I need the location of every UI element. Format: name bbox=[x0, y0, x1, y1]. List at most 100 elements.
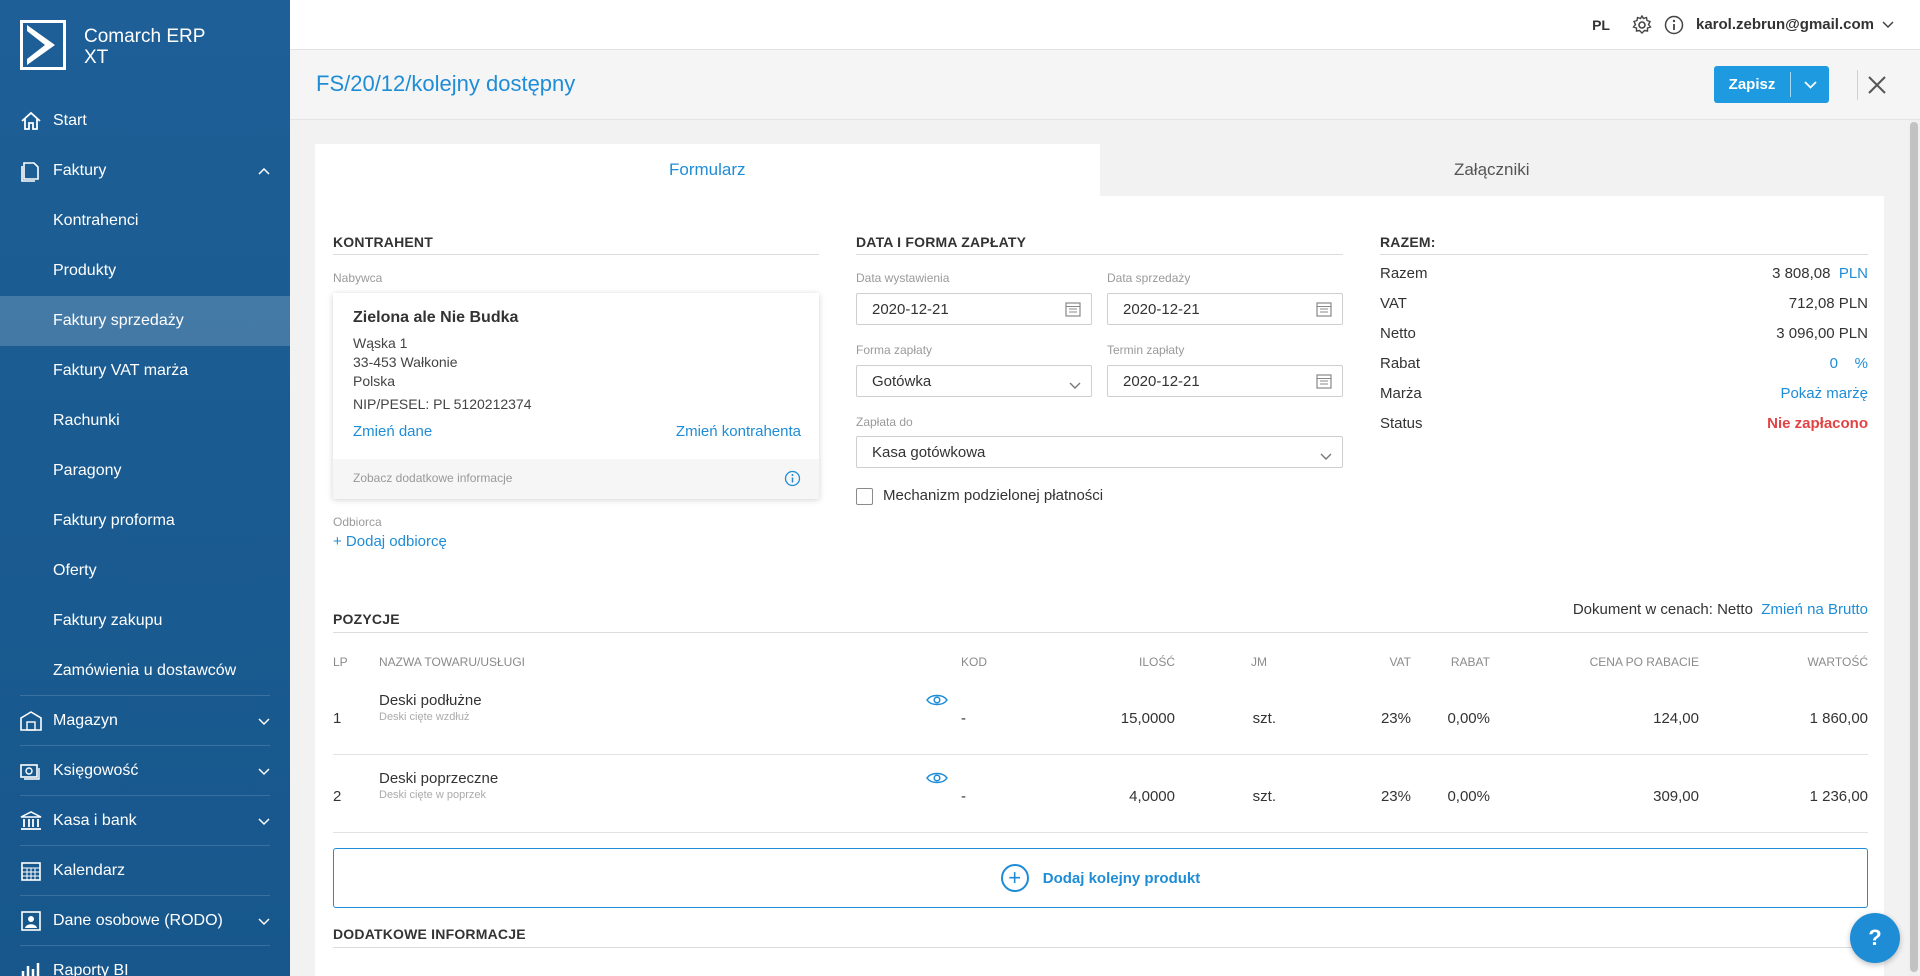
add-recipient-link[interactable]: + Dodaj odbiorcę bbox=[333, 533, 447, 550]
col-vat: VAT bbox=[1389, 655, 1411, 669]
buyer-card: Zielona ale Nie Budka Wąska 1 33-453 Wał… bbox=[333, 293, 819, 499]
chevron-down-icon bbox=[1320, 448, 1332, 465]
row-qty: 15,0000 bbox=[1120, 710, 1175, 727]
due-date-field[interactable]: 2020-12-21 bbox=[1107, 365, 1343, 397]
col-qty: ILOŚĆ bbox=[1138, 655, 1175, 669]
sidebar-item-magazyn[interactable]: Magazyn bbox=[0, 696, 290, 746]
payment-method-select[interactable]: Gotówka bbox=[856, 365, 1092, 397]
eye-icon[interactable] bbox=[926, 693, 948, 712]
change-contractor-link[interactable]: Zmień kontrahenta bbox=[676, 423, 801, 440]
split-payment-label: Mechanizm podzielonej płatności bbox=[883, 487, 1104, 504]
calendar-icon[interactable] bbox=[1065, 301, 1081, 321]
logo[interactable]: Comarch ERP XT bbox=[0, 0, 290, 96]
issue-date-field[interactable]: 2020-12-21 bbox=[856, 293, 1092, 325]
chevron-down-icon[interactable] bbox=[1882, 16, 1894, 33]
sidebar-item-oferty[interactable]: Oferty bbox=[0, 546, 290, 596]
user-email[interactable]: karol.zebrun@gmail.com bbox=[1696, 16, 1874, 33]
col-unit: JM bbox=[1251, 655, 1267, 669]
chevron-down-icon bbox=[258, 763, 270, 781]
sidebar-item-label: Magazyn bbox=[53, 712, 118, 729]
col-code: KOD bbox=[961, 655, 988, 669]
more-info-bar[interactable]: Zobacz dodatkowe informacje bbox=[333, 459, 819, 499]
sidebar-item-faktury-vat-marza[interactable]: Faktury VAT marża bbox=[0, 346, 290, 396]
chart-icon bbox=[20, 960, 42, 976]
change-to-gross-link[interactable]: Zmień na Brutto bbox=[1761, 601, 1868, 618]
sidebar-item-zamowienia[interactable]: Zamówienia u dostawców bbox=[0, 646, 290, 696]
invoice-icon bbox=[20, 160, 42, 182]
sidebar-item-label: Faktury zakupu bbox=[53, 612, 163, 629]
tab-formularz[interactable]: Formularz bbox=[315, 144, 1100, 196]
sidebar-item-label: Produkty bbox=[53, 262, 117, 279]
sidebar-item-faktury-sprzedazy[interactable]: Faktury sprzedaży bbox=[0, 296, 290, 346]
due-date-label: Termin zapłaty bbox=[1107, 343, 1185, 357]
summary-status-label: Status bbox=[1380, 415, 1423, 432]
gear-icon[interactable] bbox=[1632, 14, 1652, 35]
sidebar-item-label: Faktury sprzedaży bbox=[53, 312, 184, 329]
calendar-icon[interactable] bbox=[1316, 301, 1332, 321]
due-date-value: 2020-12-21 bbox=[1123, 372, 1200, 390]
help-button[interactable]: ? bbox=[1850, 913, 1900, 963]
sidebar-item-dane-osobowe[interactable]: Dane osobowe (RODO) bbox=[0, 896, 290, 946]
price-mode: Dokument w cenach: Netto Zmień na Brutto bbox=[1573, 601, 1868, 618]
sale-date-field[interactable]: 2020-12-21 bbox=[1107, 293, 1343, 325]
summary-marza: Marża Pokaż marżę bbox=[1380, 385, 1868, 407]
pay-to-select[interactable]: Kasa gotówkowa bbox=[856, 436, 1343, 468]
sidebar-item-faktury-zakupu[interactable]: Faktury zakupu bbox=[0, 596, 290, 646]
scrollbar-thumb[interactable] bbox=[1910, 122, 1918, 972]
sidebar-item-kontrahenci[interactable]: Kontrahenci bbox=[0, 196, 290, 246]
info-icon[interactable] bbox=[1664, 15, 1684, 35]
payment-method-value: Gotówka bbox=[872, 372, 932, 390]
topbar: PL karol.zebrun@gmail.com bbox=[290, 0, 1920, 50]
currency-selector[interactable]: PLN bbox=[1839, 265, 1868, 282]
chevron-down-icon bbox=[258, 913, 270, 931]
summary-netto-label: Netto bbox=[1380, 325, 1416, 342]
sidebar-item-faktury[interactable]: Faktury bbox=[0, 146, 290, 196]
close-icon[interactable] bbox=[1857, 70, 1887, 100]
summary-status: Status Nie zapłacono bbox=[1380, 415, 1868, 437]
sidebar-item-label: Księgowość bbox=[53, 762, 139, 779]
row-unit: szt. bbox=[1252, 788, 1276, 805]
sale-date-value: 2020-12-21 bbox=[1123, 300, 1200, 318]
summary-rabat: Rabat 0 % bbox=[1380, 355, 1868, 377]
col-value: WARTOŚĆ bbox=[1807, 655, 1868, 669]
sidebar-item-produkty[interactable]: Produkty bbox=[0, 246, 290, 296]
sidebar-item-label: Zamówienia u dostawców bbox=[53, 662, 237, 679]
row-lp: 1 bbox=[333, 710, 342, 727]
sidebar-item-paragony[interactable]: Paragony bbox=[0, 446, 290, 496]
save-button[interactable]: Zapisz bbox=[1714, 66, 1829, 103]
sidebar-item-ksiegowosc[interactable]: Księgowość bbox=[0, 746, 290, 796]
sidebar-item-start[interactable]: Start bbox=[0, 96, 290, 146]
summary-netto-value: 3 096,00 PLN bbox=[1776, 325, 1868, 342]
language-selector[interactable]: PL bbox=[1592, 17, 1610, 33]
summary-rabat-label: Rabat bbox=[1380, 355, 1421, 372]
col-name: NAZWA TOWARU/USŁUGI bbox=[379, 655, 526, 669]
section-additional-info: DODATKOWE INFORMACJE bbox=[333, 926, 526, 942]
sidebar-item-raporty-bi[interactable]: Raporty BI bbox=[0, 946, 290, 976]
info-icon[interactable] bbox=[784, 470, 801, 492]
sidebar-item-faktury-proforma[interactable]: Faktury proforma bbox=[0, 496, 290, 546]
chevron-down-icon[interactable] bbox=[1791, 80, 1829, 89]
split-payment-checkbox[interactable] bbox=[856, 488, 873, 505]
calendar-icon bbox=[20, 860, 42, 882]
discount-input[interactable]: 0 % bbox=[1830, 355, 1868, 372]
tab-zalaczniki[interactable]: Załączniki bbox=[1099, 144, 1884, 196]
divider bbox=[333, 947, 1868, 948]
payment-method-label: Forma zapłaty bbox=[856, 343, 933, 357]
summary-razem-label: Razem bbox=[1380, 265, 1428, 282]
divider bbox=[1380, 254, 1868, 255]
row-desc: Deski cięte wzdłuż bbox=[379, 711, 470, 723]
change-data-link[interactable]: Zmień dane bbox=[353, 423, 432, 440]
add-product-button[interactable]: + Dodaj kolejny produkt bbox=[333, 848, 1868, 908]
show-margin-link[interactable]: Pokaż marżę bbox=[1780, 385, 1868, 402]
scrollbar[interactable] bbox=[1908, 120, 1920, 976]
eye-icon[interactable] bbox=[926, 771, 948, 790]
accounting-icon bbox=[20, 760, 42, 782]
sidebar-item-kalendarz[interactable]: Kalendarz bbox=[0, 846, 290, 896]
page-title: FS/20/12/kolejny dostępny bbox=[316, 71, 576, 96]
sidebar-item-label: Paragony bbox=[53, 462, 122, 479]
section-payment: DATA I FORMA ZAPŁATY bbox=[856, 234, 1027, 250]
calendar-icon[interactable] bbox=[1316, 373, 1332, 393]
sidebar-item-kasa-i-bank[interactable]: Kasa i bank bbox=[0, 796, 290, 846]
sidebar-item-rachunki[interactable]: Rachunki bbox=[0, 396, 290, 446]
sidebar-item-label: Kontrahenci bbox=[53, 212, 139, 229]
